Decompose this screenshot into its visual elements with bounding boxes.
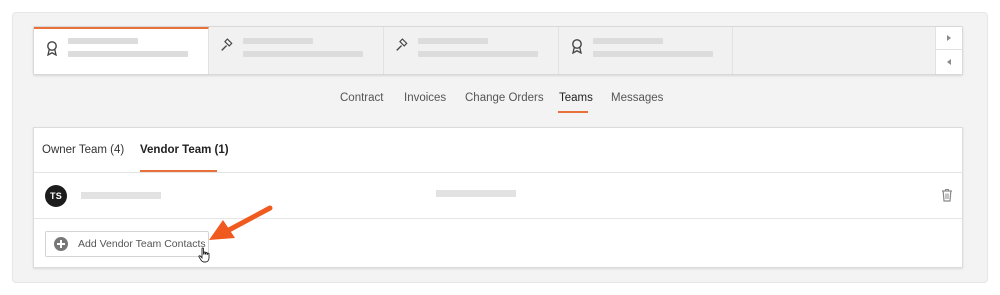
active-tab-underline (558, 111, 588, 113)
annotation-arrow-icon (209, 205, 273, 240)
section-tabs: Contract Invoices Change Orders Teams Me… (0, 92, 1000, 113)
member-name-placeholder (81, 192, 161, 199)
award-ribbon-icon (47, 41, 57, 56)
tab-messages[interactable]: Messages (611, 92, 663, 104)
team-member-row: TS (34, 173, 962, 219)
card-title-placeholder (243, 38, 313, 44)
tab-invoices[interactable]: Invoices (404, 92, 446, 104)
trash-icon[interactable] (941, 188, 953, 202)
tab-teams[interactable]: Teams (559, 92, 593, 104)
card-subtitle-placeholder (243, 51, 363, 57)
carousel-arrows (935, 27, 962, 74)
hand-cursor-icon (198, 247, 210, 263)
add-vendor-team-contacts-button[interactable]: Add Vendor Team Contacts (45, 231, 209, 257)
team-subtabs: Owner Team (4) Vendor Team (1) (34, 128, 962, 173)
chevron-left-icon (947, 58, 951, 65)
gavel-icon (396, 38, 408, 51)
subtab-vendor-team[interactable]: Vendor Team (1) (140, 144, 229, 156)
card-carousel (33, 26, 963, 75)
carousel-prev-button[interactable] (936, 50, 962, 73)
card-subtitle-placeholder (68, 51, 188, 57)
card-subtitle-placeholder (593, 51, 713, 57)
card-title-placeholder (418, 38, 488, 44)
card-1[interactable] (34, 27, 209, 74)
card-4[interactable] (559, 27, 733, 74)
teams-panel: Owner Team (4) Vendor Team (1) TS Add Ve… (33, 127, 963, 268)
chevron-right-icon (947, 35, 951, 41)
subtab-owner-team[interactable]: Owner Team (4) (42, 144, 124, 156)
card-empty-slot (733, 27, 936, 74)
add-button-label: Add Vendor Team Contacts (78, 238, 206, 250)
card-subtitle-placeholder (418, 51, 538, 57)
card-title-placeholder (593, 38, 663, 44)
gavel-icon (221, 38, 233, 51)
card-title-placeholder (68, 38, 138, 44)
avatar: TS (45, 185, 67, 207)
card-3[interactable] (384, 27, 559, 74)
tab-contract[interactable]: Contract (340, 92, 383, 104)
carousel-next-button[interactable] (936, 27, 962, 50)
card-2[interactable] (209, 27, 384, 74)
member-detail-placeholder (436, 190, 516, 197)
tab-change-orders[interactable]: Change Orders (465, 92, 544, 104)
active-subtab-underline (140, 170, 217, 172)
award-ribbon-icon (572, 39, 582, 54)
plus-circle-icon (54, 237, 68, 251)
